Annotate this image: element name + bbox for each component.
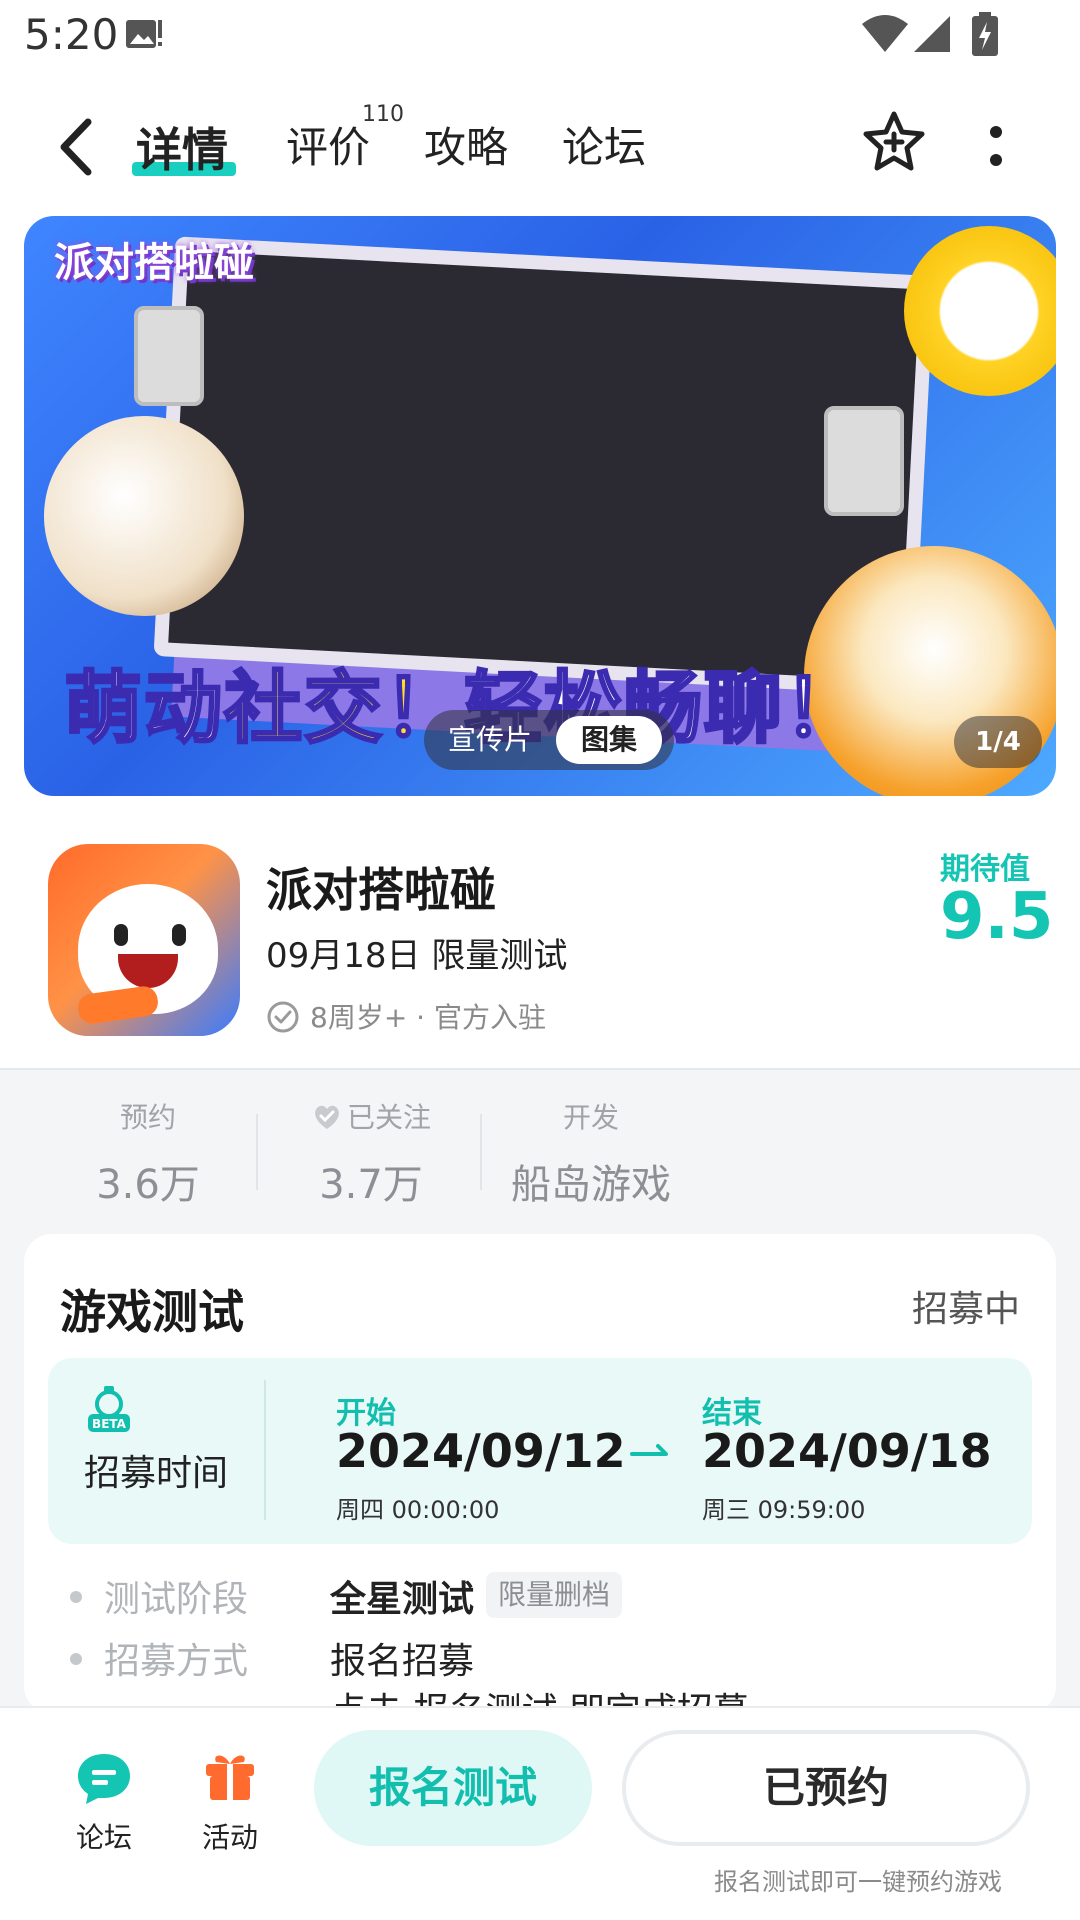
image-notification-icon xyxy=(126,20,162,48)
stat-reservations: 预约 3.6万 xyxy=(88,1096,208,1210)
banner-pager: 1/4 xyxy=(954,716,1042,768)
game-title: 派对搭啦碰 xyxy=(266,863,496,917)
slogan-part-1: 萌动 xyxy=(62,663,225,756)
video-segment-button[interactable]: 宣传片 xyxy=(440,716,540,764)
beta-timer-icon: BETA xyxy=(88,1386,130,1432)
game-meta: 8周岁+ · 官方入驻 xyxy=(266,996,546,1036)
review-count-badge: 110 xyxy=(362,102,404,127)
battery-charging-icon xyxy=(972,12,998,56)
favorite-star-icon[interactable] xyxy=(862,110,926,174)
info-row-label: 招募方式 xyxy=(104,1641,249,1682)
stat-value: 3.6万 xyxy=(96,1162,200,1208)
expectation-score: 9.5 xyxy=(940,880,1054,954)
speaker-right xyxy=(824,406,904,516)
end-date: 2024/09/18 xyxy=(702,1424,992,1478)
stat-divider xyxy=(256,1114,258,1190)
forum-label[interactable]: 论坛 xyxy=(74,1816,134,1856)
tab-reviews[interactable]: 评价 xyxy=(286,114,370,175)
top-nav: 详情 评价 110 攻略 论坛 xyxy=(0,90,1080,200)
game-info-section: 派对搭啦碰 09月18日 限量测试 8周岁+ · 官方入驻 期待值 9.5 xyxy=(0,820,1080,1070)
test-card-title: 游戏测试 xyxy=(60,1285,244,1339)
info-row-stage-value: 全星测试 xyxy=(330,1579,475,1620)
gallery-segment-button[interactable]: 图集 xyxy=(556,716,662,764)
test-card-status: 招募中 xyxy=(912,1289,1021,1330)
media-segment-control: 宣传片 图集 xyxy=(424,710,674,770)
tab-forum[interactable]: 论坛 xyxy=(562,114,646,175)
back-arrow-icon[interactable] xyxy=(56,118,96,176)
banner-character-left xyxy=(44,416,244,616)
wifi-icon xyxy=(862,15,908,52)
game-test-date: 09月18日 限量测试 xyxy=(266,936,568,976)
status-time: 5:20 xyxy=(24,10,119,59)
stat-value: 船岛游戏 xyxy=(511,1162,671,1208)
info-row-label: 测试阶段 xyxy=(104,1579,249,1620)
end-weekday-time: 周三 09:59:00 xyxy=(702,1496,866,1524)
recruit-divider xyxy=(264,1380,266,1520)
recruit-time-label: 招募时间 xyxy=(84,1453,229,1494)
reserved-button[interactable]: 已预约 xyxy=(622,1730,1030,1846)
info-row-method-value: 报名招募 xyxy=(330,1641,475,1682)
stat-value: 3.7万 xyxy=(319,1162,423,1208)
start-date: 2024/09/12 xyxy=(336,1424,626,1478)
stat-followers: 已关注 3.7万 xyxy=(296,1096,446,1210)
banner-game-logo: 派对搭啦碰 xyxy=(54,240,254,286)
tab-details[interactable]: 详情 xyxy=(136,114,228,180)
tab-guides[interactable]: 攻略 xyxy=(424,114,508,175)
range-arrow-icon xyxy=(630,1444,668,1456)
more-options-icon[interactable] xyxy=(986,124,1006,168)
stat-developer[interactable]: 开发 船岛游戏 xyxy=(506,1096,676,1210)
signup-test-button[interactable]: 报名测试 xyxy=(314,1730,592,1846)
status-bar: 5:20 xyxy=(0,0,1080,72)
game-app-icon xyxy=(48,844,240,1036)
stat-label-text: 已关注 xyxy=(346,1101,431,1134)
signal-icon xyxy=(914,16,950,52)
game-meta-text: 8周岁+ · 官方入驻 xyxy=(310,1001,546,1034)
info-row-stage: 测试阶段 xyxy=(70,1570,248,1622)
start-weekday-time: 周四 00:00:00 xyxy=(336,1496,500,1524)
bottom-hint-text: 报名测试即可一键预约游戏 xyxy=(714,1868,1002,1896)
stat-label: 开发 xyxy=(562,1101,619,1134)
stats-bar: 预约 3.6万 已关注 3.7万 开发 船岛游戏 xyxy=(0,1068,1080,1238)
info-row-method: 招募方式 xyxy=(70,1632,248,1684)
activity-label[interactable]: 活动 xyxy=(200,1816,260,1856)
forum-chat-icon[interactable] xyxy=(74,1750,134,1806)
test-type-tag: 限量删档 xyxy=(486,1572,623,1618)
svg-text:BETA: BETA xyxy=(92,1417,127,1431)
verified-check-icon xyxy=(267,1001,299,1033)
activity-gift-icon[interactable] xyxy=(200,1746,260,1802)
stat-label: 已关注 xyxy=(296,1096,446,1136)
followed-heart-icon xyxy=(315,1105,339,1129)
media-banner[interactable]: 派对搭啦碰 萌动社交！轻松畅聊！ 宣传片 图集 1/4 xyxy=(24,216,1056,796)
stat-label: 预约 xyxy=(119,1101,176,1134)
stat-divider xyxy=(480,1114,482,1190)
